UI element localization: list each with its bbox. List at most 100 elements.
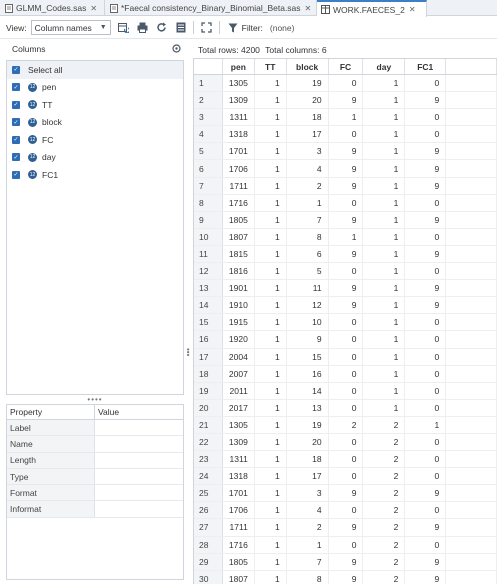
cell-block[interactable]: 3 xyxy=(287,143,329,160)
cell-fc[interactable]: 9 xyxy=(329,211,364,228)
cell-tt[interactable]: 1 xyxy=(255,553,287,570)
column-item-block[interactable]: ✓ 12 block xyxy=(7,114,183,132)
refresh-icon[interactable] xyxy=(156,22,168,34)
cell-pen[interactable]: 1309 xyxy=(223,433,255,451)
cell-tt[interactable]: 1 xyxy=(255,280,287,297)
view-select[interactable]: Column names ▼ xyxy=(30,20,111,35)
cell-day[interactable]: 1 xyxy=(363,348,406,365)
cell-pen[interactable]: 1901 xyxy=(223,280,255,297)
cell-day[interactable]: 1 xyxy=(363,211,406,228)
cell-fc[interactable]: 1 xyxy=(329,228,364,245)
cell-day[interactable]: 1 xyxy=(363,399,406,416)
table-row[interactable]: 7 1711 1 2 9 1 9 xyxy=(194,177,497,195)
cell-block[interactable]: 2 xyxy=(287,177,329,194)
cell-block[interactable]: 6 xyxy=(287,245,329,263)
cell-block[interactable]: 17 xyxy=(287,126,329,143)
tab-work-faeces-2[interactable]: WORK.FAECES_2 ✕ xyxy=(317,0,427,17)
cell-fc[interactable]: 9 xyxy=(329,160,364,177)
cell-day[interactable]: 1 xyxy=(363,382,406,399)
cell-fc1[interactable]: 0 xyxy=(405,382,447,399)
filter-icon[interactable] xyxy=(227,22,239,34)
select-all-row[interactable]: ✓ Select all xyxy=(7,61,183,79)
table-row[interactable]: 17 2004 1 15 0 1 0 xyxy=(194,348,497,366)
table-row[interactable]: 3 1311 1 18 1 1 0 xyxy=(194,109,497,127)
cell-pen[interactable]: 1716 xyxy=(223,536,255,553)
cell-day[interactable]: 2 xyxy=(363,502,406,519)
table-row[interactable]: 16 1920 1 9 0 1 0 xyxy=(194,331,497,349)
table-row[interactable]: 8 1716 1 1 0 1 0 xyxy=(194,194,497,212)
cell-day[interactable]: 2 xyxy=(363,519,406,536)
cell-fc1[interactable]: 9 xyxy=(405,177,447,194)
cell-day[interactable]: 1 xyxy=(363,160,406,177)
table-row[interactable]: 15 1915 1 10 0 1 0 xyxy=(194,314,497,332)
cell-fc1[interactable]: 9 xyxy=(405,570,447,584)
cell-day[interactable]: 1 xyxy=(363,143,406,160)
cell-pen[interactable]: 1920 xyxy=(223,331,255,348)
cell-pen[interactable]: 1701 xyxy=(223,485,255,502)
cell-day[interactable]: 1 xyxy=(363,75,406,92)
cell-tt[interactable]: 1 xyxy=(255,433,287,451)
cell-fc1[interactable]: 0 xyxy=(405,263,447,280)
cell-tt[interactable]: 1 xyxy=(255,519,287,536)
cell-day[interactable]: 2 xyxy=(363,570,406,584)
cell-tt[interactable]: 1 xyxy=(255,382,287,399)
table-row[interactable]: 18 2007 1 16 0 1 0 xyxy=(194,365,497,383)
cell-block[interactable]: 8 xyxy=(287,570,329,584)
table-row[interactable]: 1 1305 1 19 0 1 0 xyxy=(194,75,497,93)
cell-fc[interactable]: 0 xyxy=(329,433,364,451)
table-row[interactable]: 30 1807 1 8 9 2 9 xyxy=(194,570,497,584)
cell-tt[interactable]: 1 xyxy=(255,211,287,228)
table-row[interactable]: 10 1807 1 8 1 1 0 xyxy=(194,228,497,246)
cell-tt[interactable]: 1 xyxy=(255,468,287,485)
cell-pen[interactable]: 1805 xyxy=(223,211,255,228)
cell-fc[interactable]: 0 xyxy=(329,126,364,143)
cell-fc1[interactable]: 9 xyxy=(405,485,447,502)
cell-day[interactable]: 2 xyxy=(363,485,406,502)
cell-pen[interactable]: 1910 xyxy=(223,297,255,314)
checkbox-checked-icon[interactable]: ✓ xyxy=(12,65,20,74)
cell-block[interactable]: 19 xyxy=(287,75,329,92)
vertical-splitter-handle[interactable]: ••• xyxy=(184,345,193,359)
tab-glmm-codes[interactable]: GLMM_Codes.sas ✕ xyxy=(0,0,105,16)
table-row[interactable]: 28 1716 1 1 0 2 0 xyxy=(194,536,497,554)
cell-block[interactable]: 17 xyxy=(287,468,329,485)
cell-tt[interactable]: 1 xyxy=(255,502,287,519)
cell-tt[interactable]: 1 xyxy=(255,416,287,433)
column-header-fc1[interactable]: FC1 xyxy=(405,59,447,74)
cell-block[interactable]: 8 xyxy=(287,228,329,245)
column-item-fc[interactable]: ✓ 12 FC xyxy=(7,131,183,149)
checkbox-checked-icon[interactable]: ✓ xyxy=(12,153,20,162)
cell-tt[interactable]: 1 xyxy=(255,245,287,263)
table-row[interactable]: 14 1910 1 12 9 1 9 xyxy=(194,297,497,315)
cell-block[interactable]: 4 xyxy=(287,160,329,177)
horizontal-splitter-handle[interactable]: •••• xyxy=(6,395,184,404)
table-row[interactable]: 4 1318 1 17 0 1 0 xyxy=(194,126,497,144)
table-row[interactable]: 27 1711 1 2 9 2 9 xyxy=(194,519,497,537)
cell-fc[interactable]: 9 xyxy=(329,519,364,536)
table-row[interactable]: 21 1305 1 19 2 2 1 xyxy=(194,416,497,434)
column-item-day[interactable]: ✓ 12 day xyxy=(7,149,183,167)
cell-fc[interactable]: 2 xyxy=(329,416,364,433)
cell-pen[interactable]: 2007 xyxy=(223,365,255,382)
table-row[interactable]: 25 1701 1 3 9 2 9 xyxy=(194,485,497,503)
cell-day[interactable]: 2 xyxy=(363,536,406,553)
cell-tt[interactable]: 1 xyxy=(255,365,287,382)
cell-pen[interactable]: 1318 xyxy=(223,126,255,143)
column-header-pen[interactable]: pen xyxy=(223,59,255,74)
cell-fc[interactable]: 0 xyxy=(329,75,364,92)
cell-tt[interactable]: 1 xyxy=(255,92,287,109)
table-row[interactable]: 2 1309 1 20 9 1 9 xyxy=(194,92,497,110)
cell-fc[interactable]: 9 xyxy=(329,297,364,314)
cell-block[interactable]: 7 xyxy=(287,211,329,228)
cell-day[interactable]: 1 xyxy=(363,314,406,331)
cell-pen[interactable]: 1311 xyxy=(223,109,255,126)
cell-pen[interactable]: 1706 xyxy=(223,160,255,177)
cell-fc[interactable]: 9 xyxy=(329,570,364,584)
cell-fc1[interactable]: 9 xyxy=(405,245,447,263)
column-header-tt[interactable]: TT xyxy=(255,59,287,74)
expand-icon[interactable] xyxy=(201,22,213,34)
column-header-block[interactable]: block xyxy=(287,59,329,74)
checkbox-checked-icon[interactable]: ✓ xyxy=(12,100,20,109)
cell-fc1[interactable]: 9 xyxy=(405,160,447,177)
table-row[interactable]: 13 1901 1 11 9 1 9 xyxy=(194,280,497,298)
